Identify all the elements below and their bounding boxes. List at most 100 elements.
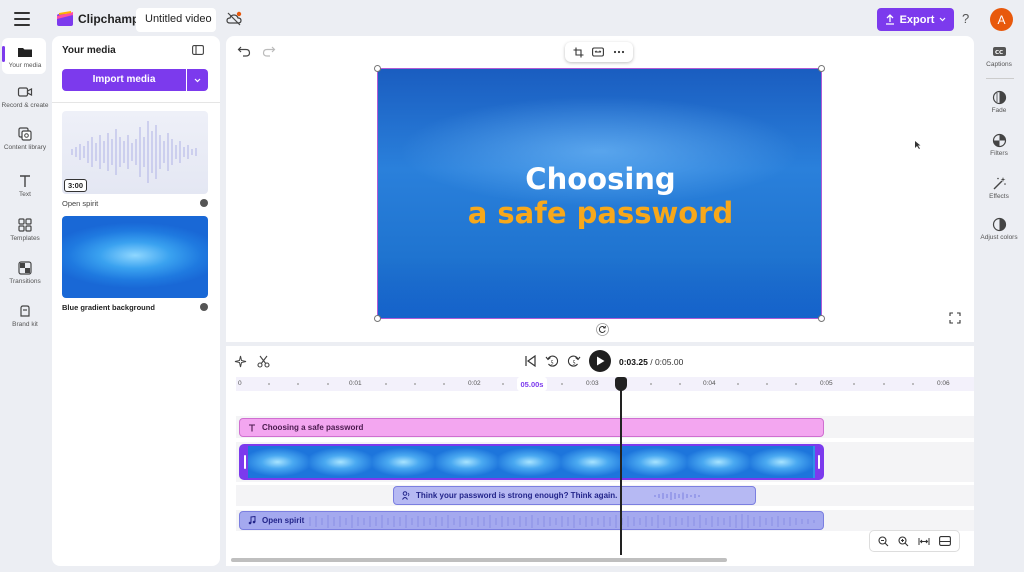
rail-item-text[interactable]: Text <box>0 173 50 198</box>
fullscreen-icon[interactable] <box>949 312 961 324</box>
crop-icon[interactable] <box>573 47 584 58</box>
audio-clip[interactable]: Open spirit <box>239 511 824 530</box>
video-frame <box>372 446 435 478</box>
collapse-panel-icon[interactable] <box>192 45 204 55</box>
rewind-5s-icon[interactable]: 5 <box>545 354 559 368</box>
rail-label: Filters <box>990 150 1008 157</box>
voiceover-clip[interactable]: Think your password is strong enough? Th… <box>393 486 756 505</box>
resize-handle[interactable] <box>374 65 381 72</box>
resize-handle[interactable] <box>818 315 825 322</box>
zoom-out-icon[interactable] <box>878 535 889 547</box>
text-clip[interactable]: Choosing a safe password <box>239 418 824 437</box>
menu-icon[interactable] <box>14 12 30 26</box>
svg-text:CC: CC <box>995 50 1003 56</box>
video-frame <box>624 446 687 478</box>
video-clip[interactable] <box>239 444 824 480</box>
playhead-line[interactable] <box>620 383 622 555</box>
ruler-dot <box>650 383 652 385</box>
ruler-dot <box>883 383 885 385</box>
ruler-dot <box>327 383 329 385</box>
import-dropdown-button[interactable] <box>187 69 208 91</box>
rail-item-brand-kit[interactable]: Brand kit <box>0 303 50 328</box>
ruler-dot <box>443 383 445 385</box>
rail-item-adjust-colors[interactable]: Adjust colors <box>978 217 1020 241</box>
timecode: 0:03.25 / 0:05.00 <box>619 357 683 367</box>
resize-handle[interactable] <box>818 65 825 72</box>
rail-item-transitions[interactable]: Transitions <box>0 260 50 285</box>
video-preview-canvas[interactable]: Choosing a safe password <box>377 68 822 319</box>
rail-item-your-media[interactable]: Your media <box>0 44 50 69</box>
video-frame <box>498 446 561 478</box>
time-separator: / <box>647 357 655 367</box>
resize-handle[interactable] <box>374 315 381 322</box>
split-scissors-icon[interactable] <box>257 355 270 368</box>
rotate-icon[interactable] <box>596 323 609 336</box>
ruler-dot <box>297 383 299 385</box>
fit-to-timeline-icon[interactable] <box>918 537 930 546</box>
library-icon <box>17 126 33 142</box>
play-icon <box>596 356 604 366</box>
avatar[interactable]: A <box>990 8 1013 31</box>
media-item-video-thumbnail[interactable] <box>62 216 208 298</box>
ruler-dot <box>679 383 681 385</box>
zoom-in-icon[interactable] <box>898 535 909 547</box>
fade-icon <box>992 90 1007 105</box>
current-time: 0:03.25 <box>619 357 648 367</box>
waveform-icon <box>654 491 700 500</box>
clip-trim-handle-right[interactable] <box>815 446 822 478</box>
rail-label: Text <box>19 191 31 198</box>
help-button[interactable]: ? <box>962 11 969 26</box>
rail-label: Adjust colors <box>980 234 1018 241</box>
templates-icon <box>17 217 33 233</box>
video-frame <box>435 446 498 478</box>
filters-icon <box>992 133 1007 148</box>
upload-icon <box>885 14 894 25</box>
clip-trim-handle-left[interactable] <box>241 446 248 478</box>
expand-timeline-icon[interactable] <box>938 536 951 546</box>
ruler-tick: 0:01 <box>349 380 362 387</box>
preview-floor-band <box>378 259 821 318</box>
timeline-horizontal-scrollbar[interactable] <box>231 558 727 562</box>
fit-icon[interactable] <box>592 47 605 57</box>
project-title[interactable]: Untitled video <box>136 8 216 32</box>
redo-icon[interactable] <box>262 44 276 58</box>
rail-item-templates[interactable]: Templates <box>0 217 50 242</box>
ruler-dot <box>737 383 739 385</box>
undo-icon[interactable] <box>237 44 251 58</box>
rail-item-record-create[interactable]: Record & create <box>0 84 50 109</box>
ruler-tick: 0:03 <box>586 380 599 387</box>
timeline-ruler[interactable] <box>236 377 974 391</box>
video-frame <box>246 446 309 478</box>
rail-item-captions[interactable]: CC Captions <box>978 44 1020 68</box>
camera-icon <box>17 84 33 100</box>
playhead-handle[interactable] <box>615 377 627 391</box>
captions-icon: CC <box>992 44 1007 59</box>
adjust-colors-icon <box>992 217 1007 232</box>
svg-text:5: 5 <box>573 361 576 367</box>
ruler-duration-marker: 05.00s <box>517 377 547 391</box>
play-button[interactable] <box>589 350 611 372</box>
ruler-tick: 0:05 <box>820 380 833 387</box>
added-check-icon <box>200 199 208 207</box>
rail-item-fade[interactable]: Fade <box>978 90 1020 114</box>
import-media-button[interactable]: Import media <box>62 69 186 91</box>
effects-wand-icon <box>992 176 1007 191</box>
voiceover-clip-label: Think your password is strong enough? Th… <box>416 491 618 500</box>
magic-edit-icon[interactable] <box>234 355 247 368</box>
clipchamp-logo-icon <box>56 11 74 27</box>
timeline-zoom-controls <box>869 530 960 552</box>
ruler-dot <box>414 383 416 385</box>
skip-to-start-icon[interactable] <box>523 354 537 368</box>
ruler-tick: 0:02 <box>468 380 481 387</box>
forward-5s-icon[interactable]: 5 <box>567 354 581 368</box>
brand-kit-icon <box>17 303 33 319</box>
ruler-dot <box>502 383 504 385</box>
ruler-tick: 0:06 <box>937 380 950 387</box>
cloud-sync-off-icon[interactable] <box>226 11 242 27</box>
rail-item-filters[interactable]: Filters <box>978 133 1020 157</box>
more-options-icon[interactable] <box>613 50 625 54</box>
ruler-dot <box>853 383 855 385</box>
export-button[interactable]: Export <box>877 8 954 31</box>
rail-item-content-library[interactable]: Content library <box>0 126 50 151</box>
rail-item-effects[interactable]: Effects <box>978 176 1020 200</box>
